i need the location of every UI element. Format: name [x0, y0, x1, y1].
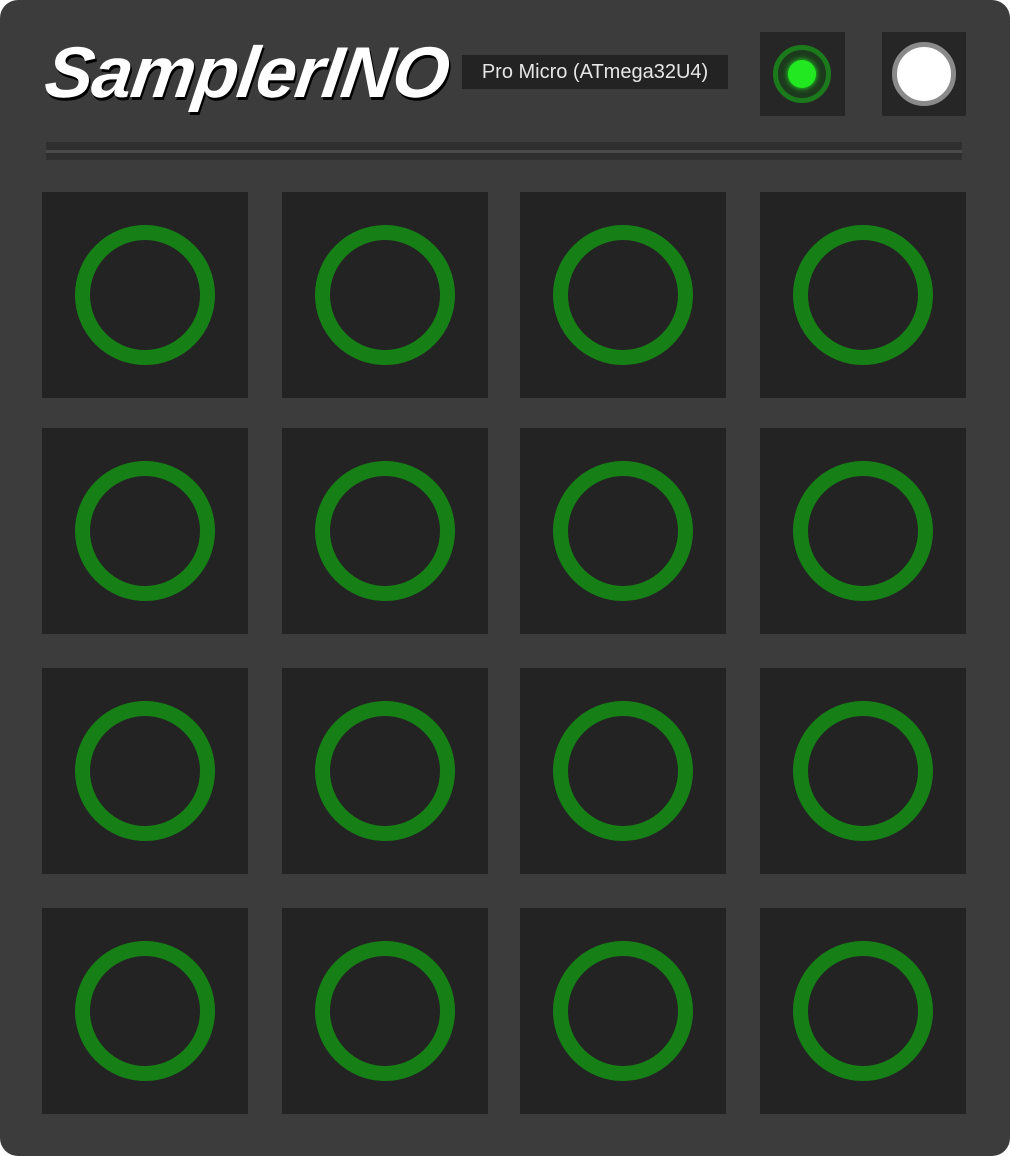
status-led-icon: [773, 45, 831, 103]
pad-ring-icon: [793, 225, 933, 365]
pad-ring-icon: [793, 701, 933, 841]
pad-ring-icon: [75, 461, 215, 601]
pad-ring-icon: [75, 941, 215, 1081]
pad-ring-icon: [315, 941, 455, 1081]
pad-14[interactable]: [282, 908, 488, 1114]
pad-4[interactable]: [760, 192, 966, 398]
pad-ring-icon: [553, 225, 693, 365]
pad-9[interactable]: [42, 668, 248, 874]
pad-13[interactable]: [42, 908, 248, 1114]
pad-ring-icon: [75, 225, 215, 365]
pad-16[interactable]: [760, 908, 966, 1114]
round-button-icon: [892, 42, 956, 106]
pad-ring-icon: [793, 461, 933, 601]
pad-5[interactable]: [42, 428, 248, 634]
round-button[interactable]: [882, 32, 966, 116]
pad-10[interactable]: [282, 668, 488, 874]
sampler-panel: SamplerINO Pro Micro (ATmega32U4): [0, 0, 1010, 1156]
pad-2[interactable]: [282, 192, 488, 398]
pad-12[interactable]: [760, 668, 966, 874]
status-led-light: [788, 60, 816, 88]
slider-track: [46, 150, 962, 153]
pad-ring-icon: [75, 701, 215, 841]
pad-ring-icon: [315, 461, 455, 601]
pad-15[interactable]: [520, 908, 726, 1114]
progress-slider[interactable]: [46, 142, 962, 160]
pad-1[interactable]: [42, 192, 248, 398]
pad-ring-icon: [793, 941, 933, 1081]
pad-3[interactable]: [520, 192, 726, 398]
pad-8[interactable]: [760, 428, 966, 634]
status-led-box: [760, 32, 845, 116]
pad-ring-icon: [553, 941, 693, 1081]
pad-11[interactable]: [520, 668, 726, 874]
pad-6[interactable]: [282, 428, 488, 634]
pad-7[interactable]: [520, 428, 726, 634]
board-select[interactable]: Pro Micro (ATmega32U4): [462, 55, 728, 89]
pad-ring-icon: [315, 701, 455, 841]
pad-ring-icon: [553, 701, 693, 841]
pad-ring-icon: [553, 461, 693, 601]
pad-ring-icon: [315, 225, 455, 365]
app-logo: SamplerINO: [40, 33, 454, 113]
